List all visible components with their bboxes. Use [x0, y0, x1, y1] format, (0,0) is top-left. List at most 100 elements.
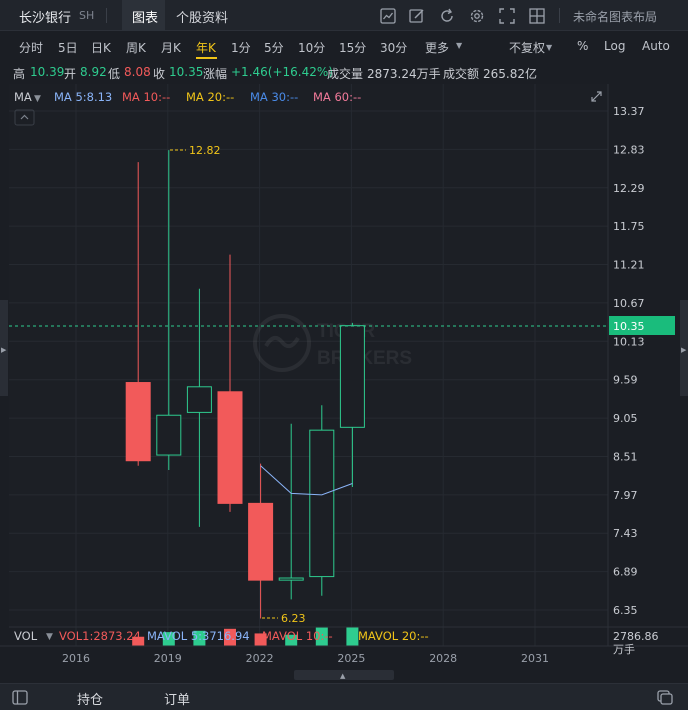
active-tab-indicator [196, 57, 217, 59]
chevron-down-icon[interactable]: ▼ [546, 43, 552, 52]
time-tick-label: 2019 [154, 652, 182, 665]
price-tick-label: 9.05 [613, 412, 638, 425]
candle-body [248, 502, 274, 581]
chat-icon[interactable] [657, 690, 673, 705]
high-marker-label: 12.82 [189, 144, 221, 157]
adjust-option[interactable]: 不复权 [509, 39, 545, 56]
top-bar: 长沙银行 SH 图表 个股资料 未命名图表布局 [0, 0, 688, 31]
price-tick-label: 11.75 [613, 220, 645, 233]
change-label: 涨幅 [203, 67, 228, 81]
candle-body [339, 325, 365, 428]
low-value: 8.08 [124, 65, 151, 79]
price-tick-label: 8.51 [613, 450, 638, 463]
log-toggle[interactable]: Log [604, 39, 625, 53]
low-label: 低 [108, 67, 121, 81]
time-tick-label: 2022 [246, 652, 274, 665]
divider [106, 8, 107, 23]
high-label: 高 [13, 67, 26, 81]
auto-toggle[interactable]: Auto [642, 39, 670, 53]
candle-body [186, 386, 212, 413]
time-tick-label: 2016 [62, 652, 90, 665]
candle-body [217, 391, 243, 504]
price-tick-label: 6.35 [613, 604, 638, 617]
chevron-up-icon[interactable]: ▲ [340, 672, 346, 680]
exchange-code: SH [79, 9, 95, 22]
volume-bar-2025[interactable] [346, 627, 359, 646]
sidebar-toggle-icon[interactable] [12, 690, 28, 705]
candle-body [278, 577, 304, 581]
vol-legend-title[interactable]: VOL [14, 629, 38, 643]
timeframe-bar: 分时 5日 日K 周K 月K 年K 1分 5分 10分 15分 30分 更多 ▼… [0, 31, 688, 60]
refresh-icon[interactable] [438, 7, 456, 25]
ma20-legend: MA 20:-- [186, 90, 234, 104]
chevron-down-icon[interactable]: ▼ [46, 632, 53, 642]
stock-name[interactable]: 长沙银行 [19, 7, 71, 26]
tf-daily[interactable]: 日K [91, 39, 111, 56]
candle-body [309, 429, 335, 578]
pen-icon[interactable] [408, 7, 426, 25]
open-value: 8.92 [80, 65, 107, 79]
time-tick-label: 2025 [337, 652, 365, 665]
kline-chart[interactable]: TIGER BROKERS 12.82 6.23 13.3712.8312.29… [0, 84, 688, 683]
ma30-legend: MA 30:-- [250, 90, 298, 104]
tf-5min[interactable]: 5分 [264, 39, 284, 56]
tab-company-info[interactable]: 个股资料 [176, 7, 228, 26]
percent-toggle[interactable]: % [577, 39, 588, 53]
settings-icon[interactable] [468, 7, 486, 25]
price-tick-label: 10.67 [613, 297, 645, 310]
tf-10min[interactable]: 10分 [298, 39, 325, 56]
chevron-down-icon[interactable]: ▼ [456, 41, 462, 50]
tf-more[interactable]: 更多 [425, 39, 449, 56]
low-marker-label: 6.23 [281, 612, 306, 625]
layout-name[interactable]: 未命名图表布局 [573, 8, 657, 25]
price-tick-label: 12.83 [613, 143, 645, 156]
bottom-bar: 持仓 订单 [0, 683, 688, 710]
current-price-value: 10.35 [613, 320, 645, 333]
ma60-legend: MA 60:-- [313, 90, 361, 104]
tf-intraday[interactable]: 分时 [19, 39, 43, 56]
change-value: +1.46(+16.42%) [231, 65, 333, 79]
mavol5-legend: MAVOL 5:3716.94 [147, 629, 250, 643]
tf-15min[interactable]: 15分 [339, 39, 366, 56]
tab-orders[interactable]: 订单 [164, 689, 190, 708]
tf-yearly[interactable]: 年K [196, 39, 216, 56]
price-tick-label: 6.89 [613, 566, 638, 579]
chevron-right-icon[interactable]: ▶ [1, 346, 7, 354]
close-value: 10.35 [169, 65, 204, 79]
tf-weekly[interactable]: 周K [126, 39, 146, 56]
chevron-down-icon[interactable]: ▼ [34, 94, 41, 104]
ma5-legend: MA 5:8.13 [54, 90, 112, 104]
tf-monthly[interactable]: 月K [161, 39, 181, 56]
price-tick-label: 12.29 [613, 182, 645, 195]
volume-label: 成交量 [327, 67, 364, 81]
open-label: 开 [64, 67, 77, 81]
candle-body [156, 414, 182, 456]
candle-body [125, 382, 151, 462]
turnover-label: 成交额 [443, 67, 480, 81]
chart-icon[interactable] [379, 7, 397, 25]
high-value: 10.39 [30, 65, 65, 79]
volume-value: 2873.24万手 [367, 67, 441, 81]
time-tick-label: 2031 [521, 652, 549, 665]
tf-5day[interactable]: 5日 [58, 39, 78, 56]
tab-positions[interactable]: 持仓 [77, 689, 103, 708]
mavol10-legend: MAVOL 10:-- [262, 629, 333, 643]
chevron-right-icon[interactable]: ▶ [681, 346, 687, 354]
price-tick-label: 7.97 [613, 489, 638, 502]
turnover-value: 265.82亿 [483, 67, 537, 81]
ma-legend-title[interactable]: MA [14, 90, 32, 104]
fullscreen-icon[interactable] [498, 7, 516, 25]
tab-chart[interactable]: 图表 [132, 7, 158, 26]
tf-30min[interactable]: 30分 [380, 39, 407, 56]
price-tick-label: 10.13 [613, 335, 645, 348]
price-tick-label: 9.59 [613, 374, 638, 387]
price-pane[interactable] [9, 84, 608, 626]
quote-row: 高 10.39 开 8.92 低 8.08 收 10.35 涨幅 +1.46(+… [0, 60, 688, 84]
vol-axis-value: 2786.86 [613, 630, 659, 643]
ma10-legend: MA 10:-- [122, 90, 170, 104]
grid-icon[interactable] [528, 7, 546, 25]
vol-axis-unit: 万手 [613, 642, 635, 656]
price-tick-label: 11.21 [613, 259, 645, 272]
candle-2024[interactable] [309, 405, 335, 596]
tf-1min[interactable]: 1分 [231, 39, 251, 56]
